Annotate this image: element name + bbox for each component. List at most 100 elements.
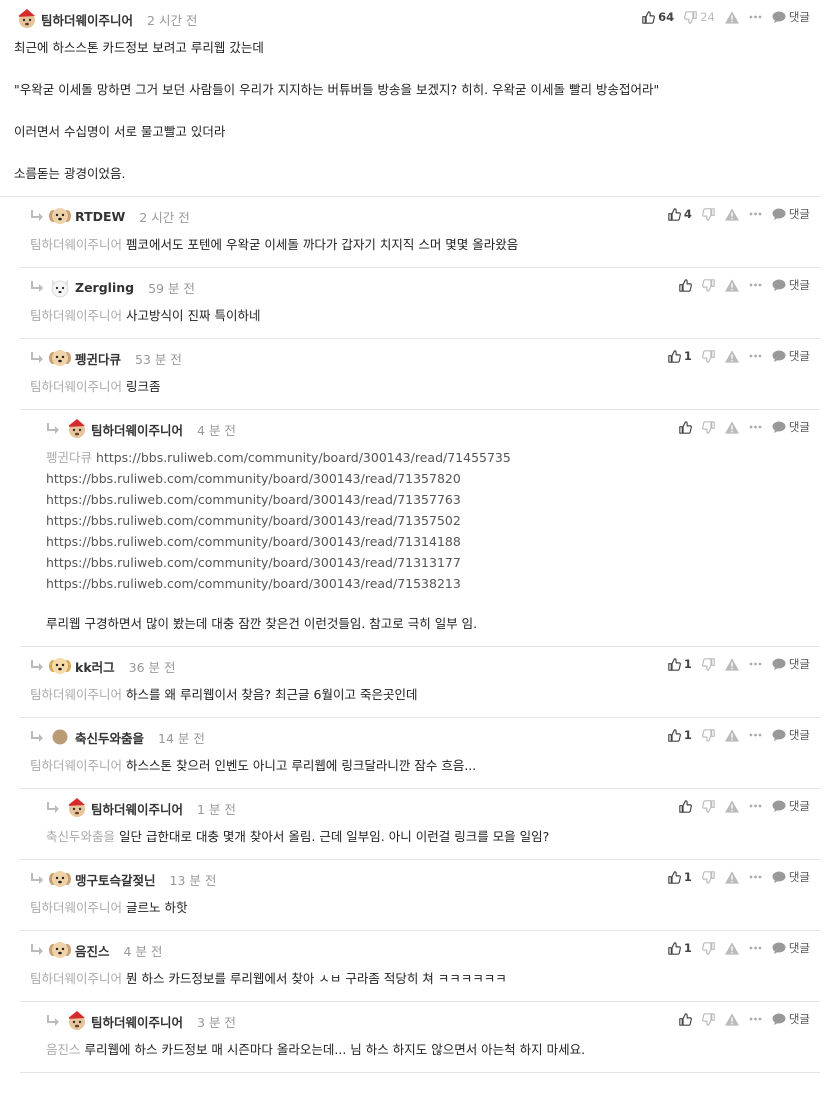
dislike-button[interactable] (701, 941, 715, 955)
avatar-santa-dog[interactable] (64, 1010, 88, 1032)
reply-button[interactable]: 댓글 (772, 656, 810, 672)
like-button[interactable]: 1 (668, 728, 692, 742)
reply-button[interactable]: 댓글 (772, 1011, 810, 1027)
dislike-button[interactable] (701, 1012, 715, 1026)
mention-tag[interactable]: 팀하더웨이주니어 (30, 308, 122, 323)
dislike-button[interactable] (701, 657, 715, 671)
like-button[interactable] (679, 1012, 692, 1026)
reply-button[interactable]: 댓글 (772, 869, 810, 885)
reply-button[interactable]: 댓글 (772, 206, 810, 222)
avatar-puppy[interactable] (48, 868, 72, 890)
avatar-santa-dog[interactable] (14, 8, 38, 30)
report-button[interactable] (724, 10, 739, 24)
like-button[interactable]: 64 (642, 10, 674, 24)
comment-time: 13 분 전 (169, 872, 217, 888)
report-button[interactable] (724, 657, 739, 671)
avatar-puppy[interactable] (48, 939, 72, 961)
like-count: 1 (683, 870, 692, 884)
thumbs-down-icon (701, 728, 715, 742)
comment-author[interactable]: 펭귄다큐 (75, 349, 121, 368)
comment-author[interactable]: 음진스 (75, 941, 110, 960)
report-button[interactable] (724, 728, 739, 742)
avatar-puppy[interactable] (48, 655, 72, 677)
comment-author[interactable]: kk러그 (75, 657, 115, 676)
report-button[interactable] (724, 870, 739, 884)
avatar-puppy[interactable] (48, 205, 72, 227)
more-button[interactable] (749, 283, 762, 287)
comment-author[interactable]: RTDEW (75, 209, 125, 224)
mention-tag[interactable]: 팀하더웨이주니어 (30, 379, 122, 394)
mention-tag[interactable]: 펭귄다큐 (46, 450, 92, 465)
like-button[interactable] (679, 278, 692, 292)
comment-author[interactable]: Zergling (75, 280, 134, 295)
comment-author[interactable]: 축신두와춤을 (75, 728, 144, 747)
more-button[interactable] (749, 662, 762, 666)
like-button[interactable]: 1 (668, 941, 692, 955)
url-link[interactable]: https://bbs.ruliweb.com/community/board/… (46, 552, 810, 573)
comment-author[interactable]: 팀하더웨이주니어 (91, 420, 183, 439)
mention-tag[interactable]: 팀하더웨이주니어 (30, 237, 122, 252)
more-button[interactable] (749, 1017, 762, 1021)
thumbs-up-icon (668, 349, 681, 363)
more-button[interactable] (749, 804, 762, 808)
dislike-button[interactable] (701, 207, 715, 221)
more-button[interactable] (749, 15, 762, 19)
avatar-santa-dog[interactable] (64, 797, 88, 819)
mention-tag[interactable]: 팀하더웨이주니어 (30, 900, 122, 915)
mention-tag[interactable]: 팀하더웨이주니어 (30, 971, 122, 986)
like-button[interactable] (679, 420, 692, 434)
mention-tag[interactable]: 축신두와춤을 (46, 829, 115, 844)
mention-tag[interactable]: 팀하더웨이주니어 (30, 758, 122, 773)
dislike-button[interactable] (701, 870, 715, 884)
reply-button[interactable]: 댓글 (772, 798, 810, 814)
reply-button[interactable]: 댓글 (772, 727, 810, 743)
dislike-button[interactable] (701, 278, 715, 292)
url-link[interactable]: https://bbs.ruliweb.com/community/board/… (46, 573, 810, 594)
reply-button[interactable]: 댓글 (772, 277, 810, 293)
report-button[interactable] (724, 799, 739, 813)
more-button[interactable] (749, 946, 762, 950)
like-button[interactable]: 1 (668, 657, 692, 671)
avatar-santa-dog[interactable] (64, 418, 88, 440)
dislike-button[interactable]: 24 (684, 10, 715, 24)
more-button[interactable] (749, 875, 762, 879)
comment-author[interactable]: 팀하더웨이주니어 (41, 10, 133, 29)
url-link[interactable]: https://bbs.ruliweb.com/community/board/… (46, 489, 810, 510)
thumbs-up-icon (668, 941, 681, 955)
url-link[interactable]: https://bbs.ruliweb.com/community/board/… (46, 510, 810, 531)
mention-tag[interactable]: 음진스 (46, 1042, 81, 1057)
reply-button[interactable]: 댓글 (772, 940, 810, 956)
more-button[interactable] (749, 733, 762, 737)
more-button[interactable] (749, 425, 762, 429)
comment-author[interactable]: 맹구토슥갈젖닌 (75, 870, 156, 889)
dislike-button[interactable] (701, 349, 715, 363)
report-button[interactable] (724, 941, 739, 955)
comment-author[interactable]: 팀하더웨이주니어 (91, 799, 183, 818)
report-button[interactable] (724, 207, 739, 221)
dislike-button[interactable] (701, 728, 715, 742)
more-button[interactable] (749, 354, 762, 358)
mention-tag[interactable]: 팀하더웨이주니어 (30, 687, 122, 702)
url-link[interactable]: https://bbs.ruliweb.com/community/board/… (46, 531, 810, 552)
dislike-button[interactable] (701, 799, 715, 813)
url-link[interactable]: https://bbs.ruliweb.com/community/board/… (96, 450, 511, 465)
report-button[interactable] (724, 349, 739, 363)
reply-button[interactable]: 댓글 (772, 419, 810, 435)
comment-text: 루리웹 구경하면서 많이 봤는데 대충 잠깐 찾은건 이런것들임. 참고로 극히… (46, 616, 478, 631)
url-link[interactable]: https://bbs.ruliweb.com/community/board/… (46, 468, 810, 489)
like-button[interactable] (679, 799, 692, 813)
comment-author[interactable]: 팀하더웨이주니어 (91, 1012, 183, 1031)
avatar-white-dog[interactable] (48, 276, 72, 298)
like-button[interactable]: 1 (668, 349, 692, 363)
report-button[interactable] (724, 420, 739, 434)
more-button[interactable] (749, 212, 762, 216)
avatar-round[interactable] (48, 726, 72, 748)
like-button[interactable]: 4 (668, 207, 692, 221)
report-button[interactable] (724, 278, 739, 292)
report-button[interactable] (724, 1012, 739, 1026)
avatar-puppy[interactable] (48, 347, 72, 369)
reply-button[interactable]: 댓글 (772, 9, 810, 25)
like-button[interactable]: 1 (668, 870, 692, 884)
dislike-button[interactable] (701, 420, 715, 434)
reply-button[interactable]: 댓글 (772, 348, 810, 364)
